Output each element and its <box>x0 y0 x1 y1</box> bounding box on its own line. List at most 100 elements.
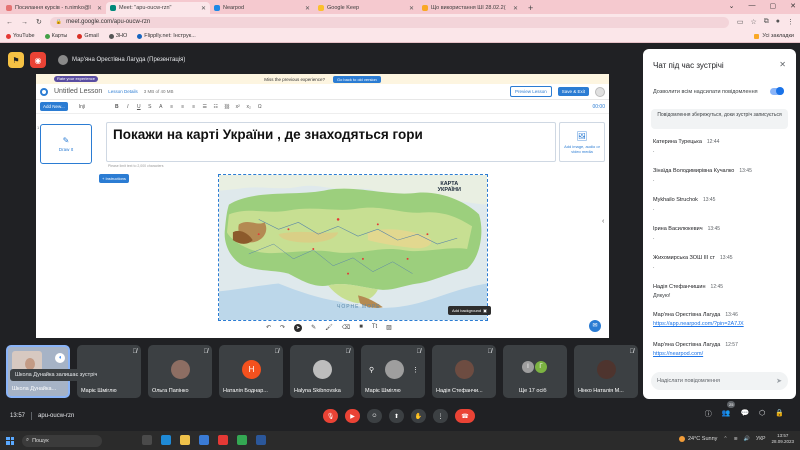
reactions-button[interactable]: ☺ <box>367 409 382 423</box>
close-icon[interactable]: ✕ <box>305 5 310 12</box>
record-icon[interactable]: ◉ <box>30 52 46 68</box>
question-text-field[interactable]: Покажи на карті України , де знаходяться… <box>106 122 556 162</box>
maximize-icon[interactable]: ▢ <box>770 2 777 10</box>
language-indicator[interactable]: УКР <box>756 436 765 442</box>
taskbar-search[interactable]: ⌕ Пошук <box>22 434 102 447</box>
participant-tile[interactable]: 🎙̸ ⚲ ⋮ Маріє Шміглю <box>361 345 425 398</box>
undo-icon[interactable]: ↶ <box>266 324 271 332</box>
bookmark-gmail[interactable]: Gmail <box>77 33 99 39</box>
participant-tile[interactable]: 🎙̸ Ольга Папінко <box>148 345 212 398</box>
close-icon[interactable]: ✕ <box>409 5 414 12</box>
pin-icon[interactable]: ⚲ <box>369 366 374 374</box>
add-media-button[interactable]: 🖼 Add image, audio or video media <box>559 122 605 162</box>
word-icon[interactable] <box>256 435 266 445</box>
bookmark-zno[interactable]: ЗНО <box>108 33 127 39</box>
participant-tile[interactable]: 🎙̸ Надія Стефанчи... <box>432 345 496 398</box>
avatar[interactable] <box>595 86 605 97</box>
raise-hand-button[interactable]: ✋ <box>411 409 426 423</box>
map-canvas[interactable]: КАРТА УКРАЇНИ ЧОРНЕ МОРЕ <box>218 174 488 321</box>
align-left-icon[interactable]: ≡ <box>169 104 175 110</box>
strikethrough-icon[interactable]: S <box>147 104 153 110</box>
participant-tile[interactable]: 🎙̸ Нінко Наталія М... <box>574 345 638 398</box>
italic-icon[interactable]: I <box>125 104 131 110</box>
menu-icon[interactable]: ⋮ <box>787 18 794 26</box>
people-icon[interactable]: 👥 <box>722 409 731 419</box>
present-button[interactable]: ⬆ <box>389 409 404 423</box>
forward-icon[interactable]: → <box>21 19 28 26</box>
participant-tile[interactable]: 🎙̸ Н Наталія Боднар... <box>219 345 283 398</box>
chat-message-input[interactable]: Надіслати повідомлення ➤ <box>651 372 788 390</box>
star-icon[interactable]: ☆ <box>750 18 756 26</box>
edge-icon[interactable] <box>161 435 171 445</box>
lesson-title[interactable]: Untitled Lesson <box>54 88 102 95</box>
browser-tab-active[interactable]: Meet: "apu-oucw-rzn" ✕ <box>106 2 210 14</box>
mic-toggle-button[interactable]: 🎙 <box>323 409 338 423</box>
back-icon[interactable]: ← <box>6 19 13 26</box>
brush-icon[interactable]: 🖌 <box>325 324 333 332</box>
participant-tile[interactable]: 🎙̸ Halyna Skibnovska <box>290 345 354 398</box>
link-icon[interactable]: ⛓ <box>224 104 230 110</box>
allow-messages-toggle[interactable] <box>770 87 784 95</box>
close-icon[interactable]: ✕ <box>201 5 206 12</box>
clock-date[interactable]: 13:57 28.09.2023 <box>771 433 794 445</box>
url-field[interactable]: 🔒 meet.google.com/apu-oucw-rzn <box>49 16 729 28</box>
info-icon[interactable]: ⓘ <box>705 409 712 419</box>
lesson-details-link[interactable]: Lesson Details <box>108 89 138 94</box>
participant-tile-group[interactable]: I Г Ще 17 осіб <box>503 345 567 398</box>
pen-icon[interactable]: ✎ <box>311 324 316 332</box>
chat-icon[interactable]: 💬 <box>740 409 749 419</box>
windows-start-icon[interactable] <box>6 436 14 445</box>
omega-icon[interactable]: Ω <box>257 104 263 110</box>
camera-toggle-button[interactable]: ▶ <box>345 409 360 423</box>
text-tool-icon[interactable]: Tt <box>372 324 377 332</box>
activities-icon[interactable]: ⬡ <box>759 409 765 419</box>
lock-icon[interactable]: 🔒 <box>775 409 784 419</box>
weather-widget[interactable]: 24°C Sunny <box>678 436 717 442</box>
new-tab-button[interactable]: + <box>522 2 539 14</box>
add-background-button[interactable]: Add background ▣ <box>448 306 491 315</box>
video-icon[interactable]: ▭ <box>737 18 744 26</box>
chrome-icon[interactable] <box>237 435 247 445</box>
old-version-button[interactable]: Go back to old version <box>332 75 381 83</box>
wifi-icon[interactable]: ≋ <box>734 436 738 442</box>
save-exit-button[interactable]: Save & Exit <box>557 87 589 96</box>
bookmark-flipplly[interactable]: Flipplly.net: Інструк... <box>137 33 196 39</box>
browser-tab[interactable]: Google Keep ✕ <box>314 2 418 14</box>
bookmark-youtube[interactable]: YouTube <box>6 33 35 39</box>
chevron-up-icon[interactable]: ⌃ <box>723 436 727 442</box>
list-icon[interactable]: ☰ <box>202 104 208 110</box>
browser-tab[interactable]: Посилання курсів - n.nimko@l ✕ <box>2 2 106 14</box>
slide-thumbnail[interactable]: ✎ Draw It <box>40 124 92 164</box>
bookmark-maps[interactable]: Карты <box>44 33 67 39</box>
close-icon[interactable]: ✕ <box>779 60 786 69</box>
image-tool-icon[interactable]: ▨ <box>386 324 392 332</box>
extensions-icon[interactable]: ⧉ <box>764 18 769 26</box>
profile-icon[interactable]: ● <box>776 18 780 26</box>
more-options-button[interactable]: ⋮ <box>433 409 448 423</box>
browser-tab[interactable]: Nearpod ✕ <box>210 2 314 14</box>
close-window-icon[interactable]: ✕ <box>790 2 796 10</box>
preview-lesson-button[interactable]: Preview Lesson <box>509 86 552 97</box>
close-icon[interactable]: ✕ <box>97 5 102 12</box>
minimize-icon[interactable]: — <box>749 2 756 10</box>
pointer-icon[interactable]: ➤ <box>294 324 303 332</box>
task-view-icon[interactable] <box>142 435 152 445</box>
volume-icon[interactable]: 🔊 <box>744 436 750 442</box>
bold-icon[interactable]: B <box>114 104 120 110</box>
browser-tab[interactable]: Що використання ШІ 28.02.2(✕ <box>418 2 522 14</box>
eraser-icon[interactable]: ⌫ <box>342 324 350 332</box>
file-explorer-icon[interactable] <box>180 435 190 445</box>
add-new-button[interactable]: Add New... <box>40 102 68 111</box>
align-center-icon[interactable]: ≡ <box>180 104 186 110</box>
app-icon[interactable] <box>218 435 228 445</box>
rate-experience-pill[interactable]: Rate your experience <box>54 76 99 82</box>
font-select[interactable]: Inji <box>79 104 109 110</box>
superscript-icon[interactable]: x² <box>235 104 241 110</box>
text-color-icon[interactable]: A <box>158 104 164 110</box>
close-icon[interactable]: ✕ <box>513 5 518 12</box>
activities-icon[interactable]: ⚑ <box>8 52 24 68</box>
redo-icon[interactable]: ↷ <box>280 324 285 332</box>
send-icon[interactable]: ➤ <box>776 377 782 385</box>
more-options-icon[interactable]: ⋮ <box>412 366 419 374</box>
all-bookmarks[interactable]: Усі закладки <box>754 33 794 39</box>
